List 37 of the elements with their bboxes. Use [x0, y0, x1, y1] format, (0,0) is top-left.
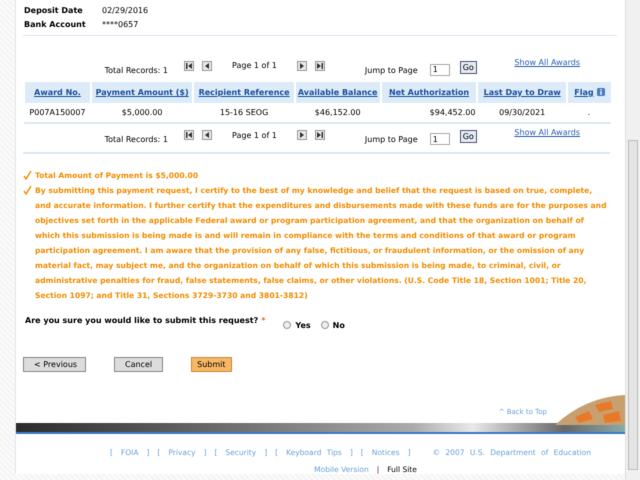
radio-label: No	[332, 320, 345, 330]
table-cell: P007A150007	[24, 102, 91, 123]
go-button[interactable]: Go	[460, 60, 477, 74]
form-button[interactable]: Cancel	[114, 356, 164, 372]
radio-label: Yes	[295, 320, 311, 330]
jump-label: Jump to Page	[364, 66, 418, 77]
column-header[interactable]: Award No.	[24, 82, 91, 103]
page-indicator: Page 1 of 1	[232, 130, 277, 140]
field-label: Deposit Date	[24, 6, 84, 15]
form-button[interactable]: < Previous	[23, 356, 86, 372]
field-label: Bank Account	[24, 20, 87, 29]
table-cell: .	[566, 102, 611, 123]
column-header[interactable]: Net Authorization	[380, 82, 478, 103]
field-value: ****0657	[102, 20, 140, 29]
jump-label: Jump to Page	[364, 135, 418, 146]
table-cell: $94,452.00	[380, 102, 478, 123]
column-header[interactable]: Flag	[566, 82, 611, 103]
show-all-awards-link[interactable]: Show All Awards	[514, 128, 580, 137]
submit-button[interactable]: Submit	[191, 356, 232, 372]
table-cell: $5,000.00	[90, 102, 194, 123]
go-button[interactable]: Go	[460, 130, 477, 144]
show-all-awards-link[interactable]: Show All Awards	[514, 58, 580, 68]
total-records: Total Records: 1	[104, 135, 168, 146]
column-header[interactable]: Last Day to Draw	[477, 82, 567, 103]
table-cell: $46,152.00	[294, 102, 381, 123]
required-mark: *	[261, 316, 266, 325]
jump-page-field[interactable]: 1	[430, 133, 450, 146]
column-header[interactable]: Payment Amount ($)	[90, 82, 194, 103]
total-records: Total Records: 1	[104, 66, 168, 77]
table-cell: 15-16 SEOG	[193, 102, 295, 123]
page-indicator: Page 1 of 1	[232, 61, 277, 70]
column-header[interactable]: Available Balance	[294, 82, 381, 103]
question-text: Are you sure you would like to submit this request?	[25, 316, 258, 325]
jump-page-field[interactable]: 1	[430, 64, 450, 76]
field-value: 02/29/2016	[102, 6, 150, 15]
column-header[interactable]: Recipient Reference	[193, 82, 295, 103]
table-cell: 09/30/2021	[477, 102, 567, 123]
